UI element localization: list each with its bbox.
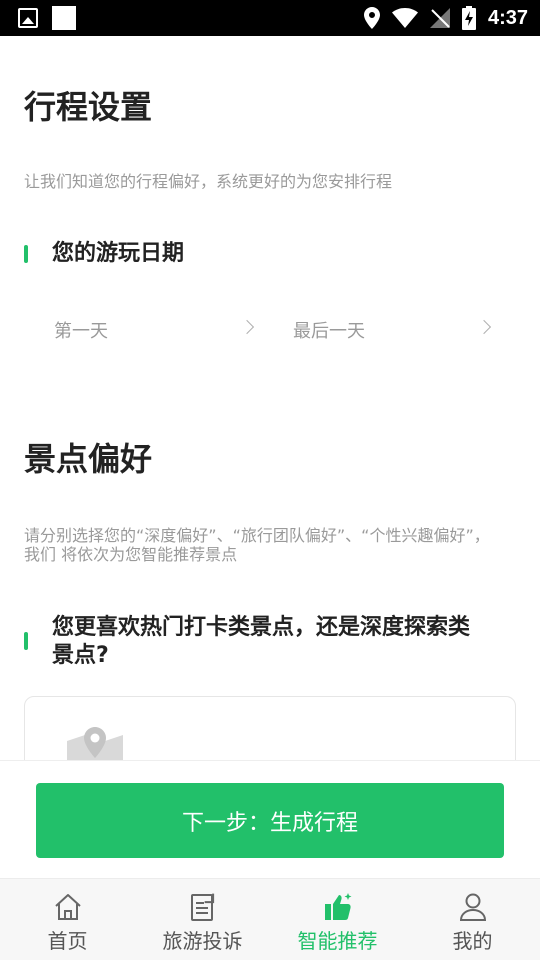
battery-charging-icon	[461, 6, 476, 30]
tab-home[interactable]: 首页	[0, 879, 135, 960]
status-bar: 4:37	[0, 0, 540, 36]
app-notification-icon	[52, 6, 76, 30]
tab-label: 我的	[452, 929, 493, 953]
tab-smart-recommend[interactable]: 智能推荐	[270, 879, 405, 960]
question-line: 您更喜欢热门打卡类景点，还是深度探索类	[52, 615, 471, 640]
tab-label: 首页	[47, 929, 88, 953]
trip-settings-title: 行程设置	[24, 88, 153, 126]
scenic-preference-description: 请分别选择您的“深度偏好”、“旅行团队偏好”、“个性兴趣偏好”， 我们 将依次为…	[24, 526, 490, 564]
main-content[interactable]: 行程设置 让我们知道您的行程偏好，系统更好的为您安排行程 您的游玩日期 第一天 …	[0, 36, 540, 760]
clock-time: 4:37	[487, 6, 528, 29]
section-accent-bar	[24, 632, 28, 650]
thumbs-up-icon	[324, 893, 351, 920]
tab-complaint[interactable]: 旅游投诉	[135, 879, 270, 960]
description-line: 我们 将依次为您智能推荐景点	[24, 545, 238, 564]
last-day-picker[interactable]: 最后一天	[293, 312, 503, 348]
first-day-label: 第一天	[54, 321, 108, 342]
section-title-text: 您的游玩日期	[52, 241, 185, 266]
app-screen: 4:37 行程设置 让我们知道您的行程偏好，系统更好的为您安排行程 您的游玩日期…	[0, 0, 540, 960]
user-icon	[459, 893, 486, 921]
tab-mine[interactable]: 我的	[405, 879, 540, 960]
section-accent-bar	[24, 245, 28, 263]
bottom-tab-bar: 首页 旅游投诉 智能推荐 我的	[0, 878, 540, 960]
image-notification-icon	[18, 8, 38, 28]
play-date-section-title: 您的游玩日期	[24, 240, 184, 268]
next-step-button[interactable]: 下一步：生成行程	[36, 783, 504, 858]
home-icon	[54, 894, 81, 920]
chevron-right-icon	[476, 319, 492, 335]
first-day-picker[interactable]: 第一天	[54, 312, 264, 348]
chevron-right-icon	[239, 319, 255, 335]
bottom-action-area: 下一步：生成行程	[0, 760, 540, 878]
question-text: 您更喜欢热门打卡类景点，还是深度探索类 景点?	[52, 614, 470, 670]
trip-settings-subtitle: 让我们知道您的行程偏好，系统更好的为您安排行程	[24, 172, 393, 191]
description-line: 请分别选择您的“深度偏好”、“旅行团队偏好”、“个性兴趣偏好”，	[24, 526, 490, 545]
preference-option-card[interactable]	[24, 696, 516, 760]
last-day-label: 最后一天	[293, 321, 365, 342]
scenic-preference-title: 景点偏好	[24, 440, 153, 478]
tab-label: 旅游投诉	[162, 929, 243, 953]
date-picker-row: 第一天 最后一天	[0, 312, 540, 348]
hot-vs-deep-question: 您更喜欢热门打卡类景点，还是深度探索类 景点?	[24, 614, 470, 670]
question-line: 景点?	[52, 643, 109, 668]
location-icon	[363, 7, 380, 29]
tab-label: 智能推荐	[297, 929, 378, 953]
complaint-icon	[190, 893, 214, 921]
no-signal-icon	[429, 8, 450, 28]
wifi-icon	[391, 8, 418, 28]
map-location-icon	[67, 727, 123, 760]
